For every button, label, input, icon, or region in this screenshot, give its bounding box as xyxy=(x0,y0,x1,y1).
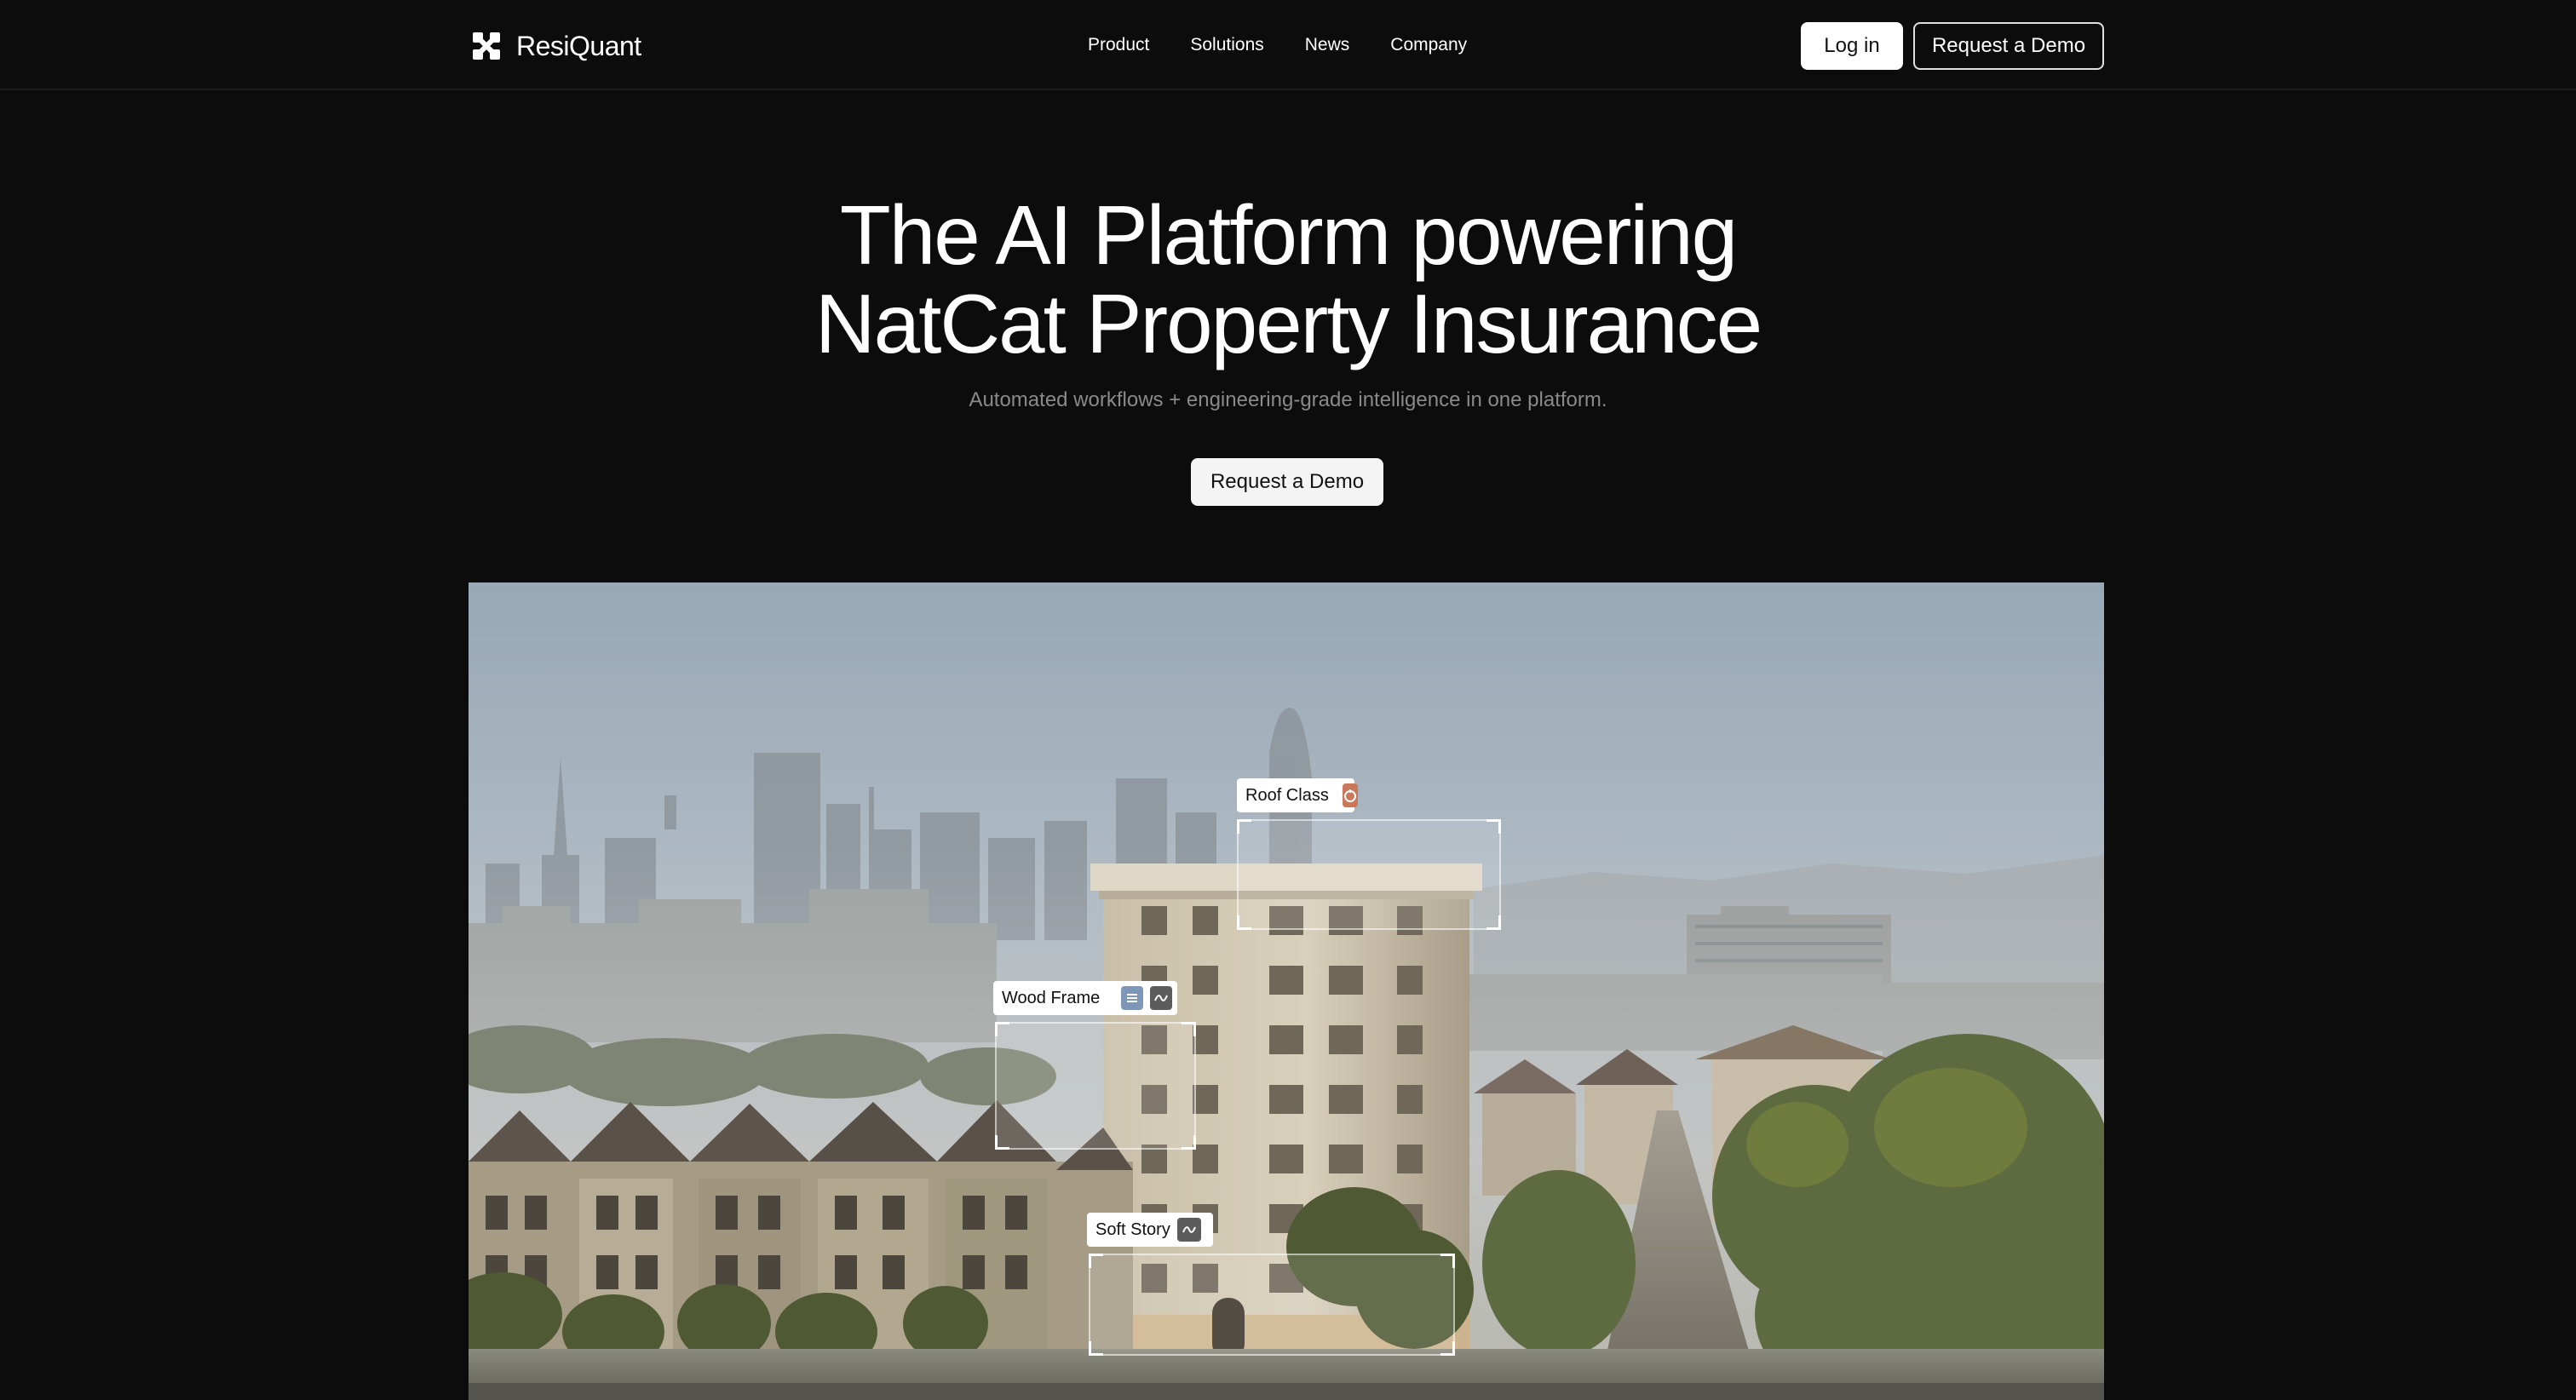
annotation-tag-soft-story[interactable]: Soft Story xyxy=(1087,1213,1213,1247)
annotation-tag-wood-frame[interactable]: Wood Frame xyxy=(993,981,1177,1015)
annotation-label: Wood Frame xyxy=(1002,988,1101,1007)
wave-icon xyxy=(1176,1218,1201,1242)
hero-title-line-1: The AI Platform powering xyxy=(839,188,1738,282)
brand-logo[interactable]: ResiQuant xyxy=(472,29,641,63)
hero-city-image: Roof Class Wood Frame Soft Story xyxy=(469,582,2104,1400)
request-demo-hero-button[interactable]: Request a Demo xyxy=(1191,458,1383,506)
nav-link-news[interactable]: News xyxy=(1305,35,1350,55)
annotation-label: Soft Story xyxy=(1095,1219,1170,1239)
wave-icon xyxy=(1150,986,1172,1010)
hero-title-line-2: NatCat Property Insurance xyxy=(814,277,1762,370)
resiquant-logo-icon xyxy=(473,32,500,60)
login-button[interactable]: Log in xyxy=(1801,22,1903,70)
roof-type-icon xyxy=(1342,783,1358,807)
main-menu: Product Solutions News Company xyxy=(1088,31,1467,60)
nav-link-company[interactable]: Company xyxy=(1390,35,1467,55)
top-navigation: ResiQuant Product Solutions News Company… xyxy=(0,0,2576,90)
annotation-tag-roof-class[interactable]: Roof Class xyxy=(1237,778,1358,812)
annotation-label: Roof Class xyxy=(1245,785,1329,805)
hero-title: The AI Platform powering NatCat Property… xyxy=(0,191,2576,368)
annotation-box-roof-class xyxy=(1237,819,1501,930)
request-demo-nav-button[interactable]: Request a Demo xyxy=(1913,22,2104,70)
annotation-box-wood-frame xyxy=(995,1022,1196,1150)
hero-subtitle: Automated workflows + engineering-grade … xyxy=(969,388,1607,411)
nav-link-product[interactable]: Product xyxy=(1088,35,1149,55)
brand-name: ResiQuant xyxy=(516,30,641,61)
nav-link-solutions[interactable]: Solutions xyxy=(1190,35,1263,55)
annotation-box-soft-story xyxy=(1089,1254,1455,1356)
list-icon xyxy=(1121,986,1144,1010)
